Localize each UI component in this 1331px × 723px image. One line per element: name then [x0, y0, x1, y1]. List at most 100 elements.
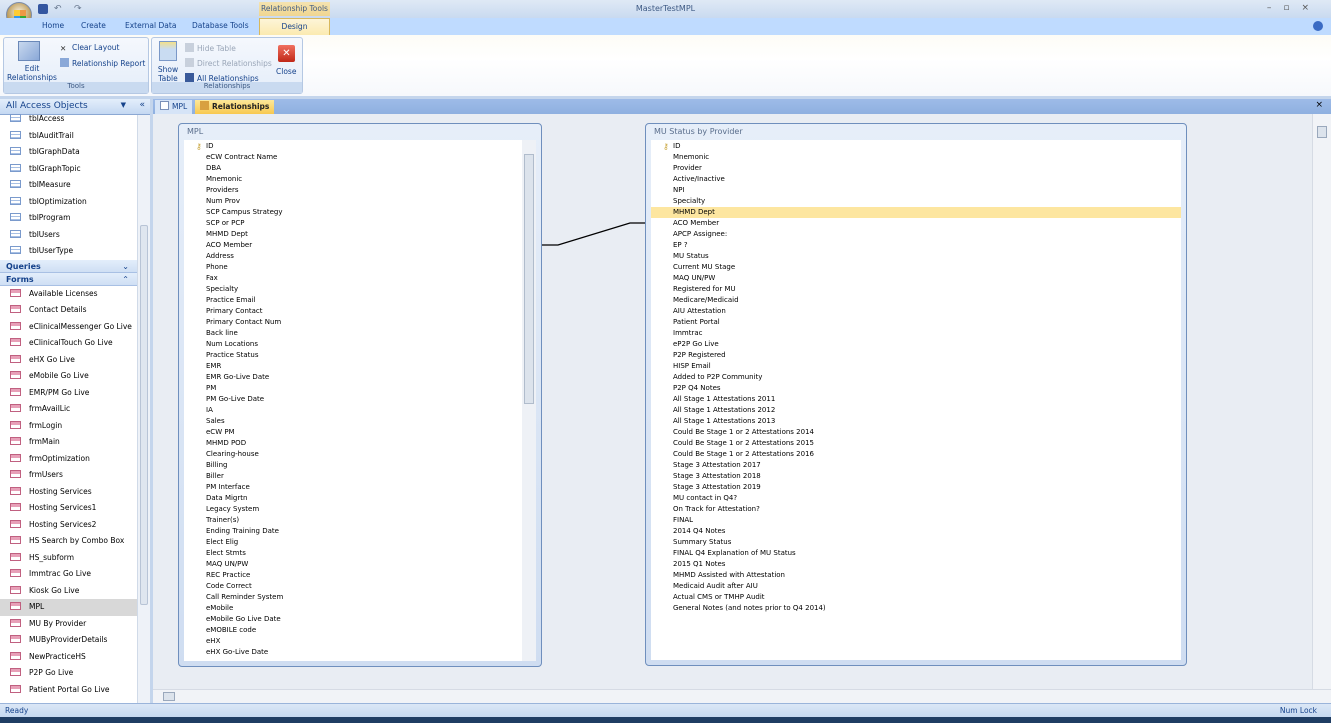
table-field[interactable]: SCP or PCP	[184, 218, 522, 229]
nav-item-form[interactable]: MPL	[0, 599, 137, 616]
nav-scrollbar[interactable]	[137, 115, 150, 703]
window-controls[interactable]: –▫×	[1267, 3, 1321, 13]
nav-section-queries[interactable]: Queries ⌄	[0, 259, 137, 273]
table-field[interactable]: P2P Registered	[651, 350, 1181, 361]
table-field[interactable]: MU Status	[651, 251, 1181, 262]
table-field[interactable]: MAQ UN/PW	[184, 559, 522, 570]
nav-item-form[interactable]: HS_subform	[0, 550, 137, 567]
relationship-report-button[interactable]: Relationship Report	[60, 58, 145, 68]
table-field[interactable]: Stage 3 Attestation 2019	[651, 482, 1181, 493]
table-field[interactable]: AIU Attestation	[651, 306, 1181, 317]
table-field[interactable]: Added to P2P Community	[651, 372, 1181, 383]
table-field[interactable]: 2015 Q1 Notes	[651, 559, 1181, 570]
nav-item-form[interactable]: Patient Portal Go Live	[0, 682, 137, 699]
nav-item-form[interactable]: eHX Go Live	[0, 352, 137, 369]
table-field[interactable]: Code Correct	[184, 581, 522, 592]
nav-item-table[interactable]: tblAccess	[0, 111, 137, 128]
table-field[interactable]: Sales	[184, 416, 522, 427]
table-field[interactable]: MHMD Dept	[184, 229, 522, 240]
clear-layout-button[interactable]: ✕ Clear Layout	[60, 43, 120, 53]
table-field[interactable]: All Stage 1 Attestations 2013	[651, 416, 1181, 427]
table-field[interactable]: Fax	[184, 273, 522, 284]
nav-item-table[interactable]: tblProgram	[0, 210, 137, 227]
nav-item-form[interactable]: frmLogin	[0, 418, 137, 435]
table-field[interactable]: eMobile	[184, 603, 522, 614]
table-field[interactable]: Elect Stmts	[184, 548, 522, 559]
nav-item-form[interactable]: EMR/PM Go Live	[0, 385, 137, 402]
table-field[interactable]: Stage 3 Attestation 2018	[651, 471, 1181, 482]
table-field[interactable]: MU contact in Q4?	[651, 493, 1181, 504]
table-field[interactable]: eHX Go-Live Date	[184, 647, 522, 658]
direct-relationships-button[interactable]: Direct Relationships	[185, 58, 272, 68]
nav-item-table[interactable]: tblUserType	[0, 243, 137, 260]
table-field[interactable]: EMR Go-Live Date	[184, 372, 522, 383]
nav-section-forms[interactable]: Forms ⌃	[0, 272, 137, 286]
nav-item-form[interactable]: frmAvailLic	[0, 401, 137, 418]
nav-item-form[interactable]: frmUsers	[0, 467, 137, 484]
canvas-vertical-scrollbar[interactable]	[1312, 114, 1331, 689]
nav-item-form[interactable]: Kiosk Go Live	[0, 583, 137, 600]
nav-item-form[interactable]: Available Licenses	[0, 286, 137, 303]
table-title[interactable]: MU Status by Provider	[646, 124, 1186, 140]
table-field[interactable]: Actual CMS or TMHP Audit	[651, 592, 1181, 603]
nav-item-form[interactable]: Hosting Services2	[0, 517, 137, 534]
table-field[interactable]: Could Be Stage 1 or 2 Attestations 2016	[651, 449, 1181, 460]
table-field[interactable]: Data Migrtn	[184, 493, 522, 504]
nav-item-table[interactable]: tblGraphTopic	[0, 161, 137, 178]
table-field[interactable]: Immtrac	[651, 328, 1181, 339]
table-field[interactable]: FINAL Q4 Explanation of MU Status	[651, 548, 1181, 559]
table-field[interactable]: HISP Email	[651, 361, 1181, 372]
nav-item-table[interactable]: tblAuditTrail	[0, 128, 137, 145]
field-list-scrollbar[interactable]	[522, 140, 536, 661]
table-field[interactable]: Provider	[651, 163, 1181, 174]
table-field[interactable]: APCP Assignee:	[651, 229, 1181, 240]
nav-item-table[interactable]: tblOptimization	[0, 194, 137, 211]
table-field[interactable]: eMobile Go Live Date	[184, 614, 522, 625]
table-field[interactable]: Providers	[184, 185, 522, 196]
table-field[interactable]: ⚷ ID	[184, 141, 522, 152]
table-field[interactable]: Practice Email	[184, 295, 522, 306]
table-field[interactable]: ACO Member	[184, 240, 522, 251]
table-box-mpl[interactable]: MPL ⚷ ID eCW Contract Name DBA Mnemonic Provi…	[178, 123, 542, 667]
table-field[interactable]: eMOBILE code	[184, 625, 522, 636]
nav-item-form[interactable]: Immtrac Go Live	[0, 566, 137, 583]
nav-item-form[interactable]: frmMain	[0, 434, 137, 451]
table-field[interactable]: MHMD Dept	[651, 207, 1181, 218]
table-field[interactable]: MHMD Assisted with Attestation	[651, 570, 1181, 581]
nav-item-form[interactable]: Hosting Services1	[0, 500, 137, 517]
table-field[interactable]: FINAL	[651, 515, 1181, 526]
relationships-canvas[interactable]: MPL ⚷ ID eCW Contract Name DBA Mnemonic Provi…	[153, 114, 1312, 689]
table-field[interactable]: Active/Inactive	[651, 174, 1181, 185]
table-field[interactable]: Ending Training Date	[184, 526, 522, 537]
table-field[interactable]: Biller	[184, 471, 522, 482]
table-field[interactable]: Specialty	[651, 196, 1181, 207]
table-field[interactable]: Primary Contact Num	[184, 317, 522, 328]
scroll-thumb[interactable]	[524, 154, 534, 404]
undo-icon[interactable]: ↶	[54, 4, 64, 14]
table-field[interactable]: DBA	[184, 163, 522, 174]
tab-home[interactable]: Home	[42, 21, 64, 30]
nav-item-form[interactable]: MU By Provider	[0, 616, 137, 633]
table-field[interactable]: All Stage 1 Attestations 2011	[651, 394, 1181, 405]
table-box-mu-status-by-provider[interactable]: MU Status by Provider ⚷ ID Mnemonic Provide…	[645, 123, 1187, 666]
table-field[interactable]: All Stage 1 Attestations 2012	[651, 405, 1181, 416]
table-field[interactable]: IA	[184, 405, 522, 416]
close-button[interactable]: Close	[276, 67, 296, 76]
collapse-pane-icon[interactable]: «	[139, 100, 145, 110]
table-field[interactable]: Address	[184, 251, 522, 262]
table-field[interactable]: ⚷ ID	[651, 141, 1181, 152]
hide-table-button[interactable]: Hide Table	[185, 43, 236, 53]
table-field[interactable]: Registered for MU	[651, 284, 1181, 295]
table-field[interactable]: On Track for Attestation?	[651, 504, 1181, 515]
table-field[interactable]: PM Interface	[184, 482, 522, 493]
table-field[interactable]: Summary Status	[651, 537, 1181, 548]
nav-item-form[interactable]: Hosting Services	[0, 484, 137, 501]
scroll-thumb[interactable]	[163, 692, 175, 701]
nav-item-table[interactable]: tblMeasure	[0, 177, 137, 194]
help-icon[interactable]	[1313, 21, 1323, 31]
table-field[interactable]: NPI	[651, 185, 1181, 196]
table-field[interactable]: Current MU Stage	[651, 262, 1181, 273]
chevron-down-icon[interactable]: ▼	[121, 101, 126, 109]
nav-item-form[interactable]: NewPracticeHS	[0, 649, 137, 666]
nav-item-table[interactable]: tblUsers	[0, 227, 137, 244]
